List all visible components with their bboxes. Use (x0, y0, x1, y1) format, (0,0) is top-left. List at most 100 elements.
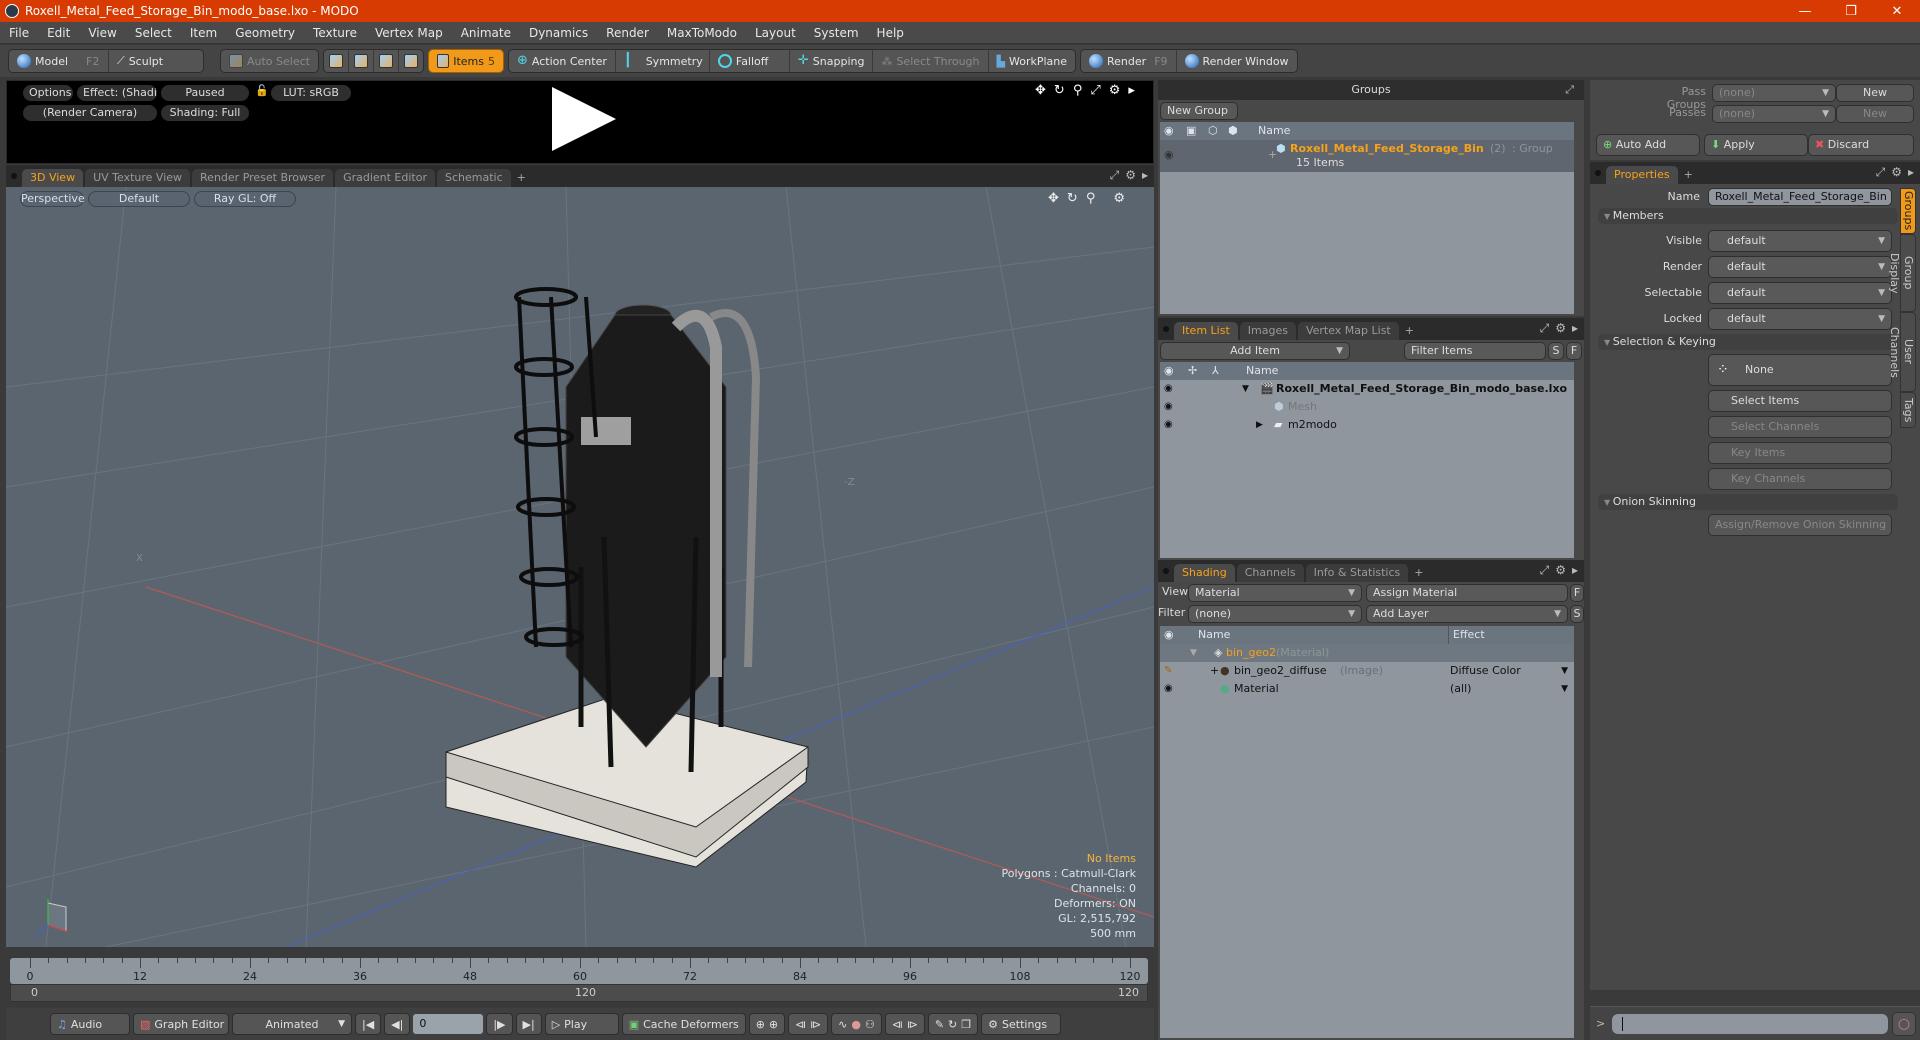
group-row[interactable]: ◉ + ⬢ Roxell_Metal_Feed_Storage_Bin (2) … (1160, 140, 1574, 172)
maximize-icon[interactable]: ⤢ (1565, 83, 1574, 97)
tab-vertex-map-list[interactable]: Vertex Map List (1297, 322, 1399, 340)
gear-icon[interactable]: ⚙ (1891, 165, 1902, 180)
settings-button[interactable]: ⚙ Settings (981, 1013, 1062, 1035)
add-tab-button[interactable]: + (1410, 564, 1427, 582)
gear-icon[interactable]: ⚙ (1555, 563, 1566, 578)
sculpt-mode-button[interactable]: ⟋ Sculpt (109, 50, 171, 72)
onion-skinning-section[interactable]: ▼ Onion Skinning (1598, 494, 1898, 510)
pass-groups-dropdown[interactable]: (none) ▼ (1712, 84, 1836, 102)
menu-system[interactable]: System (805, 26, 868, 40)
key-tools-group[interactable]: ⊕ ⊕ (748, 1013, 786, 1035)
menu-help[interactable]: Help (868, 26, 913, 40)
add-layer-dropdown[interactable]: Add Layer ▼ (1366, 605, 1568, 623)
render-options-button[interactable]: Options (23, 85, 73, 101)
play-render-icon[interactable] (552, 87, 616, 151)
menu-file[interactable]: File (0, 26, 38, 40)
collapse-icon[interactable]: ▼ (1190, 644, 1197, 662)
key-skip-group[interactable]: ⧏ ⧐ (884, 1013, 925, 1035)
menu-geometry[interactable]: Geometry (226, 26, 304, 40)
audio-button[interactable]: ♫ Audio (50, 1013, 130, 1035)
expand-icon[interactable]: ▶ (1256, 416, 1263, 434)
discard-button[interactable]: ✖ Discard (1808, 134, 1914, 156)
expand-arrow-icon[interactable]: ▸ (1572, 321, 1578, 336)
menu-animate[interactable]: Animate (452, 26, 520, 40)
add-tab-button[interactable]: + (1680, 166, 1697, 184)
assign-onion-button[interactable]: Assign/Remove Onion Skinning (1708, 514, 1892, 536)
lock-icon[interactable]: 🔓 (255, 84, 269, 97)
edges-mode-button[interactable] (349, 50, 374, 72)
gear-icon[interactable]: ⚙ (1113, 191, 1125, 206)
filter-dropdown[interactable]: (none) ▼ (1188, 605, 1362, 623)
maximize-icon[interactable]: ⤢ (1876, 165, 1886, 180)
chevron-down-icon[interactable]: ▼ (1561, 662, 1568, 680)
snapping-button[interactable]: ✛ Snapping (790, 50, 874, 72)
eye-icon[interactable]: ◉ (1164, 380, 1173, 398)
eye-icon[interactable]: ◉ (1164, 416, 1173, 434)
expand-arrow-icon[interactable]: ▸ (1128, 83, 1135, 98)
passes-dropdown[interactable]: (none) ▼ (1712, 105, 1836, 123)
s-button[interactable]: S (1570, 605, 1584, 623)
gear-icon[interactable]: ⚙ (1125, 168, 1136, 183)
render-effect-button[interactable]: Effect: (Shadi... (77, 85, 157, 101)
tab-channels[interactable]: Channels (1236, 564, 1304, 582)
chevron-down-icon[interactable]: ▼ (1561, 680, 1568, 698)
select-channels-button[interactable]: Select Channels (1708, 416, 1892, 438)
render-window-button[interactable]: Render Window (1177, 50, 1297, 72)
add-tab-button[interactable]: + (513, 169, 530, 187)
go-end-button[interactable]: ▶| (515, 1013, 542, 1035)
tab-uv-texture-view[interactable]: UV Texture View (85, 169, 191, 187)
record-group[interactable]: ∿ ● ⚇ (831, 1013, 882, 1035)
f-button[interactable]: F (1566, 342, 1582, 360)
record-macro-button[interactable]: ○ (1892, 1012, 1916, 1036)
shader-effect[interactable]: Diffuse Color (1450, 662, 1521, 680)
selectable-dropdown[interactable]: default ▼ (1708, 282, 1892, 304)
materials-mode-button[interactable] (399, 50, 423, 72)
tab-images[interactable]: Images (1239, 322, 1296, 340)
visible-dropdown[interactable]: default ▼ (1708, 230, 1892, 252)
menu-item[interactable]: Item (181, 26, 226, 40)
graph-editor-button[interactable]: ▨ Graph Editor (133, 1013, 229, 1035)
eye-icon[interactable]: ◉ (1164, 680, 1173, 698)
menu-texture[interactable]: Texture (304, 26, 366, 40)
prev-frame-button[interactable]: ◀| (384, 1013, 411, 1035)
gear-icon[interactable]: ⚙ (1109, 83, 1121, 98)
collapse-icon[interactable]: ▼ (1242, 380, 1249, 398)
side-tab-tags[interactable]: Tags (1900, 392, 1916, 428)
3d-viewport[interactable]: Perspective Default Ray GL: Off ✥ ↻ ⚲ ⚙ … (6, 187, 1154, 947)
groups-list[interactable]: ◉ ▣ ⬡ ⬢ Name ◉ + ⬢ Roxell_Metal_Feed_Sto… (1160, 122, 1574, 314)
zoom-icon[interactable]: ⚲ (1086, 191, 1096, 206)
locked-dropdown[interactable]: default ▼ (1708, 308, 1892, 330)
raygl-button[interactable]: Ray GL: Off (194, 191, 296, 207)
falloff-button[interactable]: Falloff (710, 50, 790, 72)
shader-row[interactable]: ✎ + ● bin_geo2_diffuse (Image) Diffuse C… (1160, 662, 1574, 680)
add-item-button[interactable]: Add Item ▼ (1160, 342, 1350, 360)
timeline[interactable]: 0 12 24 36 48 60 72 84 96 108 120 0 120 120 (6, 952, 1154, 1008)
expand-arrow-icon[interactable]: ▸ (1572, 563, 1578, 578)
selection-set-button[interactable]: ⁘ None (1708, 354, 1892, 386)
menu-view[interactable]: View (79, 26, 125, 40)
frame-field[interactable]: 0 (413, 1014, 484, 1034)
maximize-icon[interactable]: ⤢ (1540, 563, 1550, 578)
tab-info-statistics[interactable]: Info & Statistics (1305, 564, 1409, 582)
vertices-mode-button[interactable] (324, 50, 349, 72)
select-items-button[interactable]: Select Items (1708, 390, 1892, 412)
polygons-mode-button[interactable] (374, 50, 399, 72)
tab-3d-view[interactable]: 3D View (22, 169, 84, 187)
item-row[interactable]: ◉ ⬢ Mesh (1160, 398, 1574, 416)
side-tab-user-channels[interactable]: User Channels (1888, 312, 1916, 392)
f-button[interactable]: F (1570, 584, 1584, 602)
minimize-button[interactable]: — (1782, 4, 1828, 19)
expand-plus-icon[interactable]: + (1210, 662, 1219, 680)
pan-icon[interactable]: ✥ (1048, 191, 1059, 206)
side-tab-group-display[interactable]: Group Display (1888, 234, 1916, 312)
rotate-icon[interactable]: ↻ (1054, 83, 1065, 98)
shader-effect[interactable]: (all) (1450, 680, 1471, 698)
auto-add-button[interactable]: ⊕ Auto Add (1596, 134, 1700, 156)
gear-icon[interactable]: ⚙ (1555, 321, 1566, 336)
symmetry-button[interactable]: ┃ Symmetry (616, 50, 710, 72)
zoom-icon[interactable]: ⚲ (1073, 83, 1083, 98)
shading-style-button[interactable]: Default (88, 191, 190, 207)
name-field[interactable]: Roxell_Metal_Feed_Storage_Bin (2) (1708, 188, 1892, 219)
action-center-button[interactable]: ⊕ Action Center (509, 50, 616, 72)
shading-mode-button[interactable]: Shading: Full (161, 105, 249, 121)
